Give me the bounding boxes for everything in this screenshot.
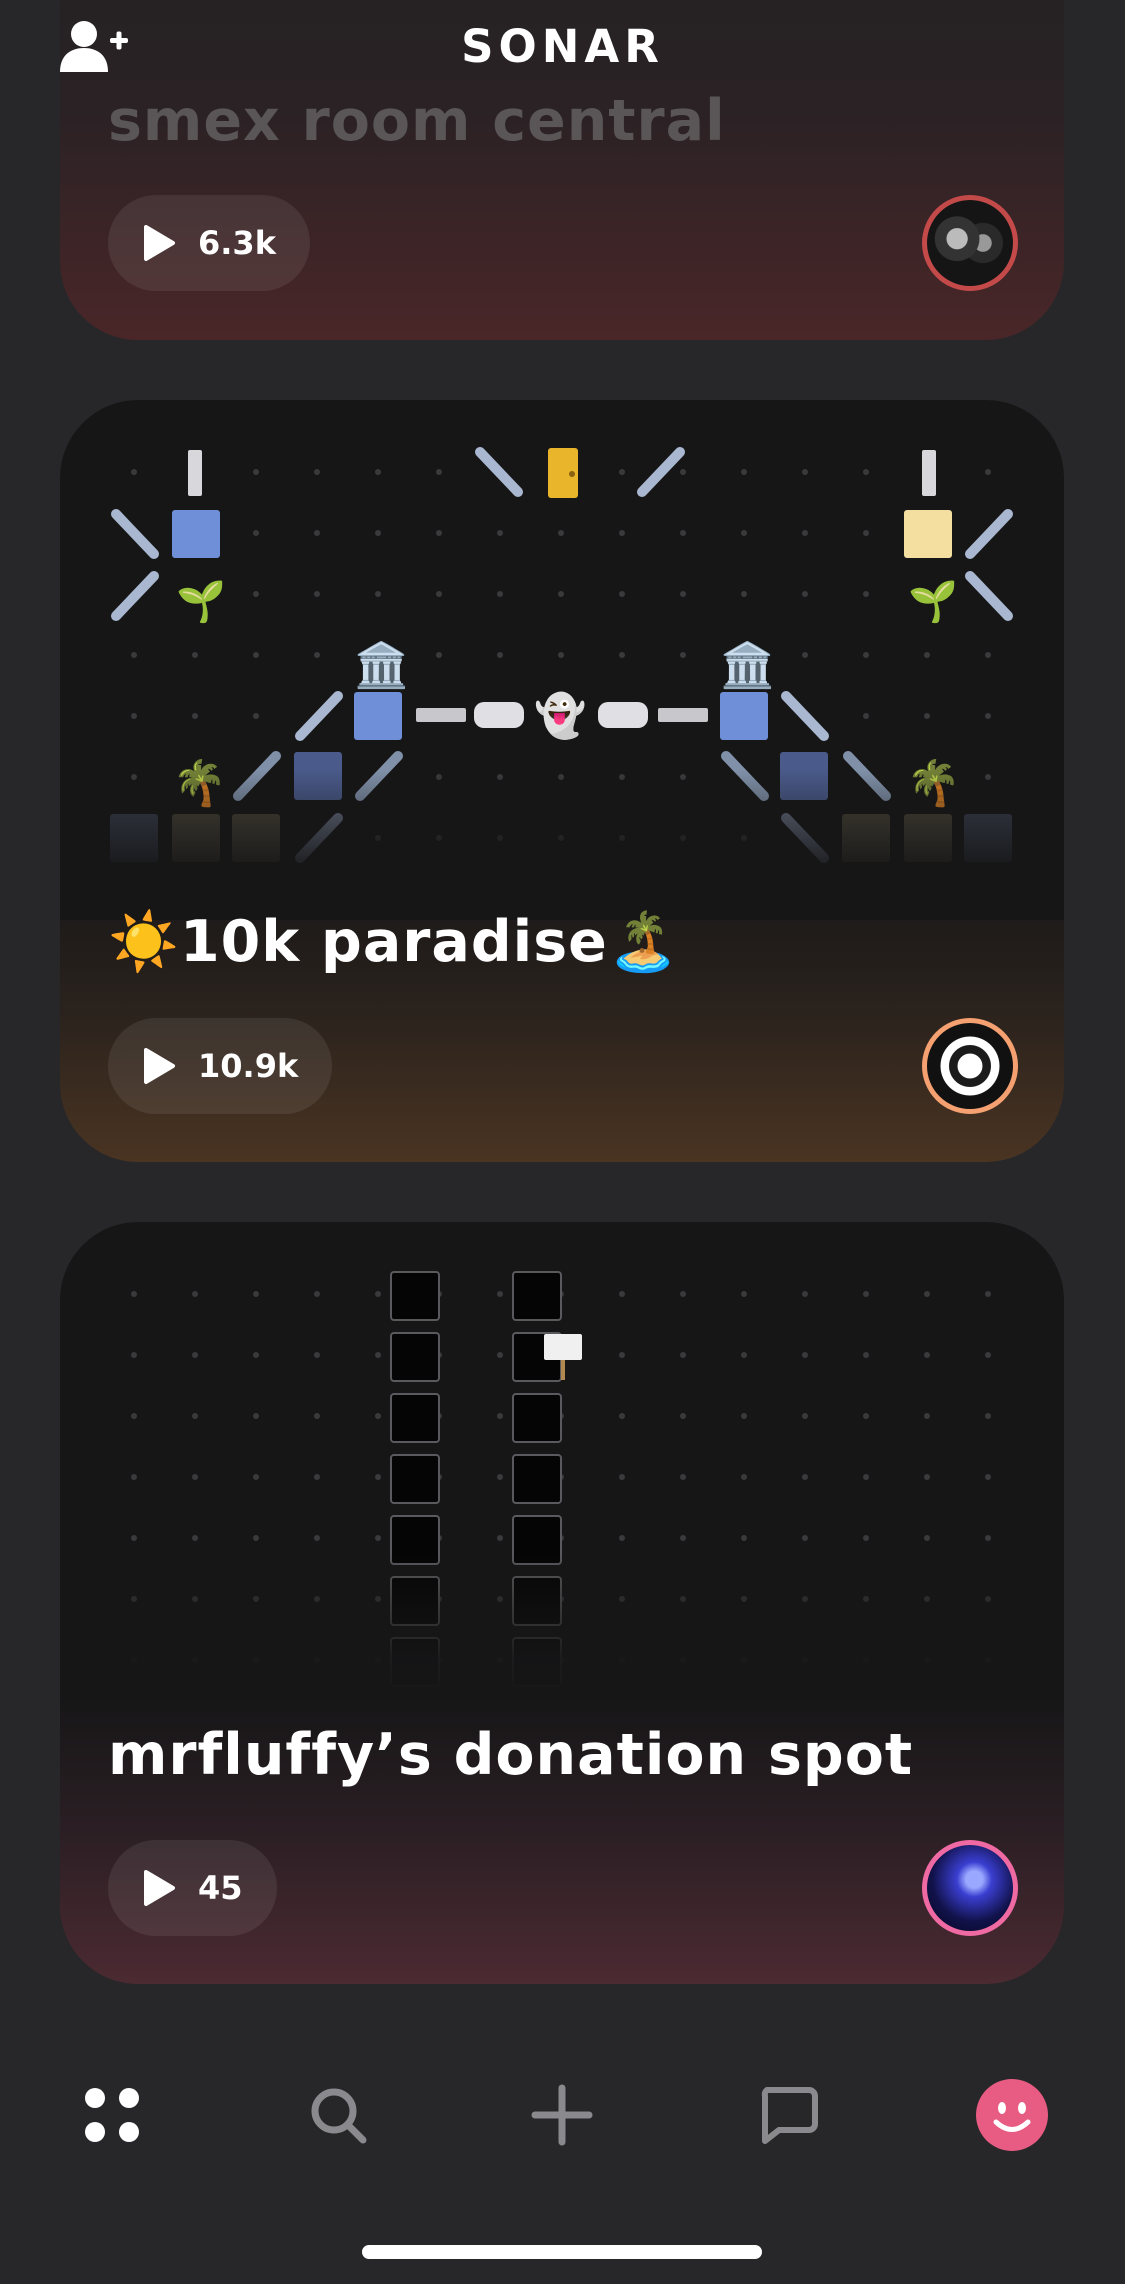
room-title: mrfluffy’s donation spot (108, 1722, 914, 1788)
home-indicator (362, 2245, 762, 2259)
slope-block (475, 447, 523, 497)
room-card[interactable]: mrfluffy’s donation spot 45 (60, 1222, 1064, 1984)
blue-block (172, 510, 220, 558)
nav-messages[interactable] (748, 2075, 828, 2155)
top-bar: SONAR (0, 0, 1125, 95)
play-button[interactable]: 45 (108, 1840, 277, 1936)
nav-search[interactable] (298, 2075, 378, 2155)
center-emoji: 👻 (534, 690, 586, 741)
creator-avatar[interactable] (922, 1840, 1018, 1936)
nav-create[interactable] (522, 2075, 602, 2155)
sign-block (544, 1334, 582, 1360)
search-icon (311, 2088, 367, 2144)
pillar-block (922, 450, 936, 496)
black-block (390, 1454, 440, 1504)
play-button[interactable]: 10.9k (108, 1018, 333, 1114)
room-card[interactable]: 🌱 🌱 🏛️ 🏛️ 👻 🌴 🌴 (60, 400, 1064, 1162)
black-block (512, 1271, 562, 1321)
creator-avatar[interactable] (922, 195, 1018, 291)
play-icon (144, 225, 175, 261)
app-title: SONAR (461, 20, 664, 73)
smiley-avatar-icon (976, 2079, 1048, 2151)
black-block (390, 1332, 440, 1382)
room-title: ☀️10k paradise🏝️ (108, 909, 680, 975)
play-icon (144, 1870, 175, 1906)
plus-icon (531, 2084, 593, 2146)
black-block (390, 1271, 440, 1321)
black-block (512, 1454, 562, 1504)
black-block (512, 1393, 562, 1443)
preview-fade (60, 770, 1064, 920)
svg-text:🌱: 🌱 (176, 579, 226, 625)
pillar-block (188, 450, 202, 496)
room-title: smex room central (108, 88, 726, 154)
nav-explore[interactable] (72, 2075, 152, 2155)
slope-block (637, 447, 685, 497)
chat-bubble-icon (761, 2087, 818, 2144)
play-count: 10.9k (198, 1047, 299, 1085)
black-block (390, 1393, 440, 1443)
play-count: 6.3k (198, 224, 276, 262)
preview-fade (60, 1552, 1064, 1702)
svg-text:🏛️: 🏛️ (720, 640, 775, 691)
play-button[interactable]: 6.3k (108, 195, 310, 291)
svg-text:🌱: 🌱 (908, 579, 958, 625)
play-icon (144, 1048, 175, 1084)
svg-text:🏛️: 🏛️ (354, 640, 409, 691)
play-count: 45 (198, 1869, 243, 1907)
sand-block (904, 510, 952, 558)
nav-profile[interactable] (972, 2075, 1052, 2155)
grid-dots-icon (85, 2088, 139, 2142)
bottom-nav (0, 2045, 1125, 2190)
creator-avatar[interactable] (922, 1018, 1018, 1114)
